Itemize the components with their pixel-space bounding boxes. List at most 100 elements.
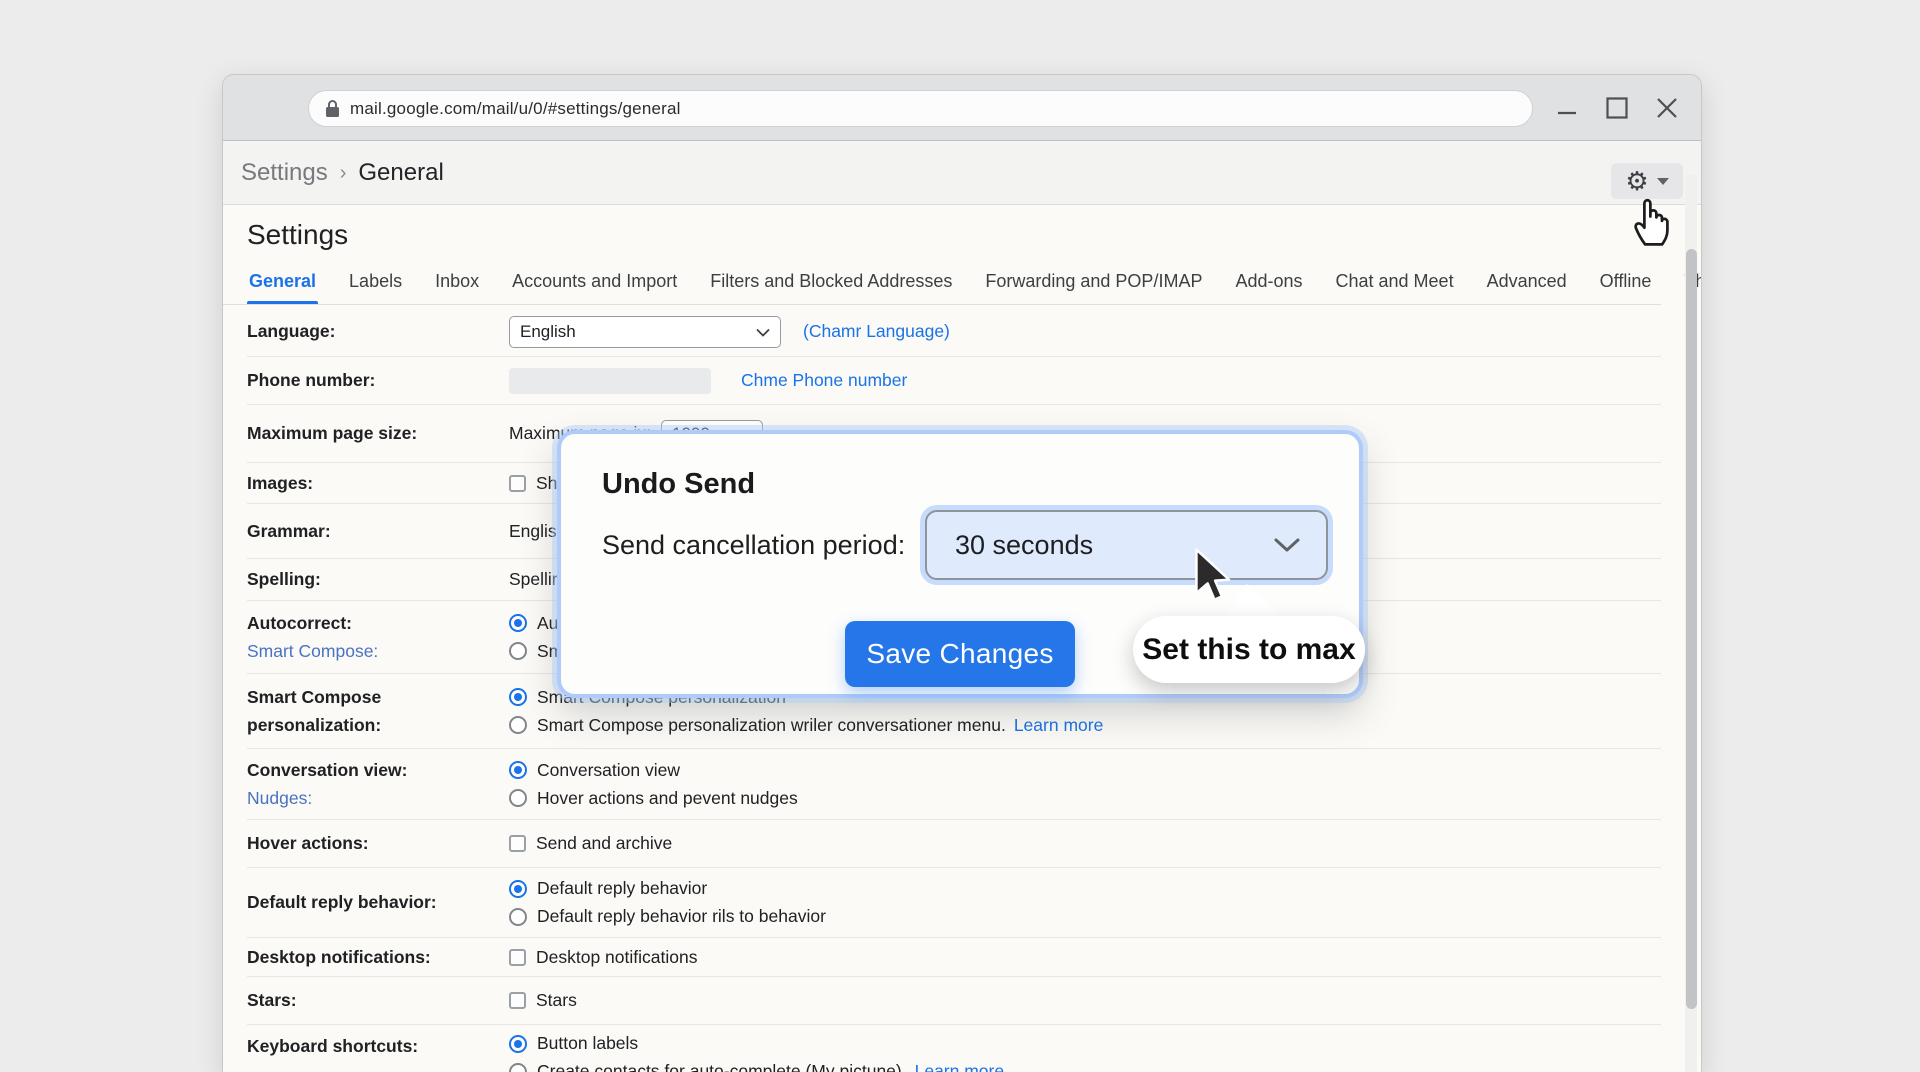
tab-filters-and-blocked-addresses[interactable]: Filters and Blocked Addresses <box>710 271 952 304</box>
tab-accounts-and-import[interactable]: Accounts and Import <box>512 271 677 304</box>
row-label: Grammar: <box>247 520 509 543</box>
spelling-text: Spellin <box>509 569 562 590</box>
save-changes-button[interactable]: Save Changes <box>845 621 1075 687</box>
tab-offline[interactable]: Offline <box>1600 271 1652 304</box>
stars-checkbox[interactable] <box>509 992 526 1009</box>
checkbox-label: Stars <box>536 990 577 1011</box>
radio-option: Smart Compose personalization wriler con… <box>509 715 1661 736</box>
row-label: Images: <box>247 472 509 495</box>
tab-inbox[interactable]: Inbox <box>435 271 479 304</box>
grammar-text: Englisl <box>509 521 561 542</box>
close-button[interactable] <box>1655 96 1679 120</box>
keyboard-shortcuts-learn-more-link[interactable]: Learn more <box>915 1061 1005 1072</box>
settings-row-conversation-view: Conversation view:Nudges:Conversation vi… <box>247 749 1661 820</box>
tab-labels[interactable]: Labels <box>349 271 402 304</box>
radio-label: Smart Compose personalization wriler con… <box>537 715 1006 736</box>
cursor-hand-icon <box>1626 190 1678 248</box>
settings-row-hover-actions: Hover actions: Send and archive <box>247 820 1661 868</box>
row-content-conversation-view: Conversation view Hover actions and peven… <box>509 749 1661 819</box>
callout-bubble: Set this to max <box>1133 616 1365 683</box>
row-labels-conversation-view: Conversation view:Nudges: <box>247 749 509 819</box>
phone-number-link[interactable]: Chme Phone number <box>741 370 907 391</box>
language-select[interactable]: English <box>509 316 781 348</box>
row-labels-images: Images: <box>247 463 509 503</box>
phone-number-field[interactable] <box>509 368 711 394</box>
settings-tabs: General Labels Inbox Accounts and Import Fil… <box>249 271 1641 304</box>
tab-chat-and-meet[interactable]: Chat and Meet <box>1336 271 1454 304</box>
smart-compose-personalization-radio-0[interactable] <box>509 688 527 706</box>
row-labels-desktop-notifications: Desktop notifications: <box>247 938 509 976</box>
row-content-language: English (Chamr Language) <box>509 307 1661 356</box>
maximize-button[interactable] <box>1605 96 1629 120</box>
settings-row-desktop-notifications: Desktop notifications:Desktop notificati… <box>247 938 1661 977</box>
language-link[interactable]: (Chamr Language) <box>803 321 950 342</box>
checkbox-label: Send and archive <box>536 833 672 854</box>
scrollbar-thumb[interactable] <box>1686 249 1697 1009</box>
breadcrumb-separator: › <box>340 162 347 185</box>
cancellation-period-value: 30 seconds <box>955 530 1093 561</box>
address-bar[interactable]: mail.google.com/mail/u/0/#settings/gener… <box>308 90 1533 127</box>
cancellation-period-dropdown[interactable]: 30 seconds <box>925 510 1328 580</box>
images-checkbox[interactable] <box>509 475 526 492</box>
row-label[interactable]: Smart Compose: <box>247 640 509 663</box>
browser-chrome: mail.google.com/mail/u/0/#settings/gener… <box>223 75 1701 141</box>
smart-compose-personalization-learn-more-link[interactable]: Learn more <box>1014 715 1104 736</box>
row-labels-language: Language: <box>247 307 509 356</box>
row-labels-autocorrect: Autocorrect: Smart Compose: <box>247 601 509 673</box>
radio-label: Create contacts for auto-complete (My pi… <box>537 1061 907 1072</box>
tab-add-ons[interactable]: Add-ons <box>1235 271 1302 304</box>
keyboard-shortcuts-radio-1[interactable] <box>509 1063 527 1072</box>
autocorrect-radio-1[interactable] <box>509 642 527 660</box>
breadcrumb-bar: Settings › General ⚙ <box>223 141 1701 205</box>
lock-icon <box>325 99 340 118</box>
row-label: Smart Compose <box>247 686 509 709</box>
caret-down-icon <box>1657 178 1669 185</box>
settings-row-stars: Stars: Stars <box>247 977 1661 1025</box>
minimize-button[interactable] <box>1555 96 1579 120</box>
cursor-arrow-icon <box>1192 548 1232 604</box>
settings-row-phone-number: Phone number: Chme Phone number <box>247 357 1661 405</box>
row-labels-keyboard-shortcuts: Keyboard shortcuts: <box>247 1025 509 1058</box>
row-content-keyboard-shortcuts: Button labels Create contacts for auto-co… <box>509 1025 1661 1072</box>
conversation-view-radio-1[interactable] <box>509 789 527 807</box>
row-line: Stars <box>509 990 1661 1011</box>
row-labels-stars: Stars: <box>247 977 509 1024</box>
breadcrumb-general: General <box>358 159 443 187</box>
default-reply-behavior-radio-1[interactable] <box>509 908 527 926</box>
row-labels-phone-number: Phone number: <box>247 357 509 404</box>
row-label: Autocorrect: <box>247 612 509 635</box>
tab-forwarding-and-pop-imap[interactable]: Forwarding and POP/IMAP <box>985 271 1202 304</box>
row-labels-hover-actions: Hover actions: <box>247 820 509 867</box>
row-labels-smart-compose-personalization: Smart Composepersonalization: <box>247 674 509 748</box>
row-label: Phone number: <box>247 369 509 392</box>
smart-compose-personalization-radio-1[interactable] <box>509 716 527 734</box>
tab-advanced[interactable]: Advanced <box>1487 271 1567 304</box>
radio-label: Button labels <box>537 1033 638 1054</box>
radio-label: Conversation view <box>537 760 680 781</box>
tab-general[interactable]: General <box>249 271 316 304</box>
keyboard-shortcuts-radio-0[interactable] <box>509 1035 527 1053</box>
conversation-view-radio-0[interactable] <box>509 761 527 779</box>
window-controls <box>1555 75 1679 141</box>
row-label: Maximum page size: <box>247 422 509 445</box>
select-value: English <box>520 322 576 342</box>
row-labels-maximum-page-size: Maximum page size: <box>247 405 509 462</box>
row-content-stars: Stars <box>509 977 1661 1024</box>
url-text: mail.google.com/mail/u/0/#settings/gener… <box>350 99 681 119</box>
breadcrumb-settings[interactable]: Settings <box>241 159 328 187</box>
radio-label: Default reply behavior <box>537 878 707 899</box>
row-label: Language: <box>247 320 509 343</box>
settings-row-default-reply-behavior: Default reply behavior: Default reply beh… <box>247 868 1661 938</box>
desktop-notifications-checkbox[interactable] <box>509 949 526 966</box>
radio-option: Hover actions and pevent nudges <box>509 788 1661 809</box>
row-label: Default reply behavior: <box>247 891 509 914</box>
row-label[interactable]: Nudges: <box>247 787 509 810</box>
radio-option: Conversation view <box>509 760 1661 781</box>
hover-actions-checkbox[interactable] <box>509 835 526 852</box>
autocorrect-radio-0[interactable] <box>509 614 527 632</box>
row-label: Desktop notifications: <box>247 946 509 969</box>
row-content-phone-number: Chme Phone number <box>509 357 1661 404</box>
default-reply-behavior-radio-0[interactable] <box>509 880 527 898</box>
row-content-hover-actions: Send and archive <box>509 820 1661 867</box>
row-label: Hover actions: <box>247 832 509 855</box>
